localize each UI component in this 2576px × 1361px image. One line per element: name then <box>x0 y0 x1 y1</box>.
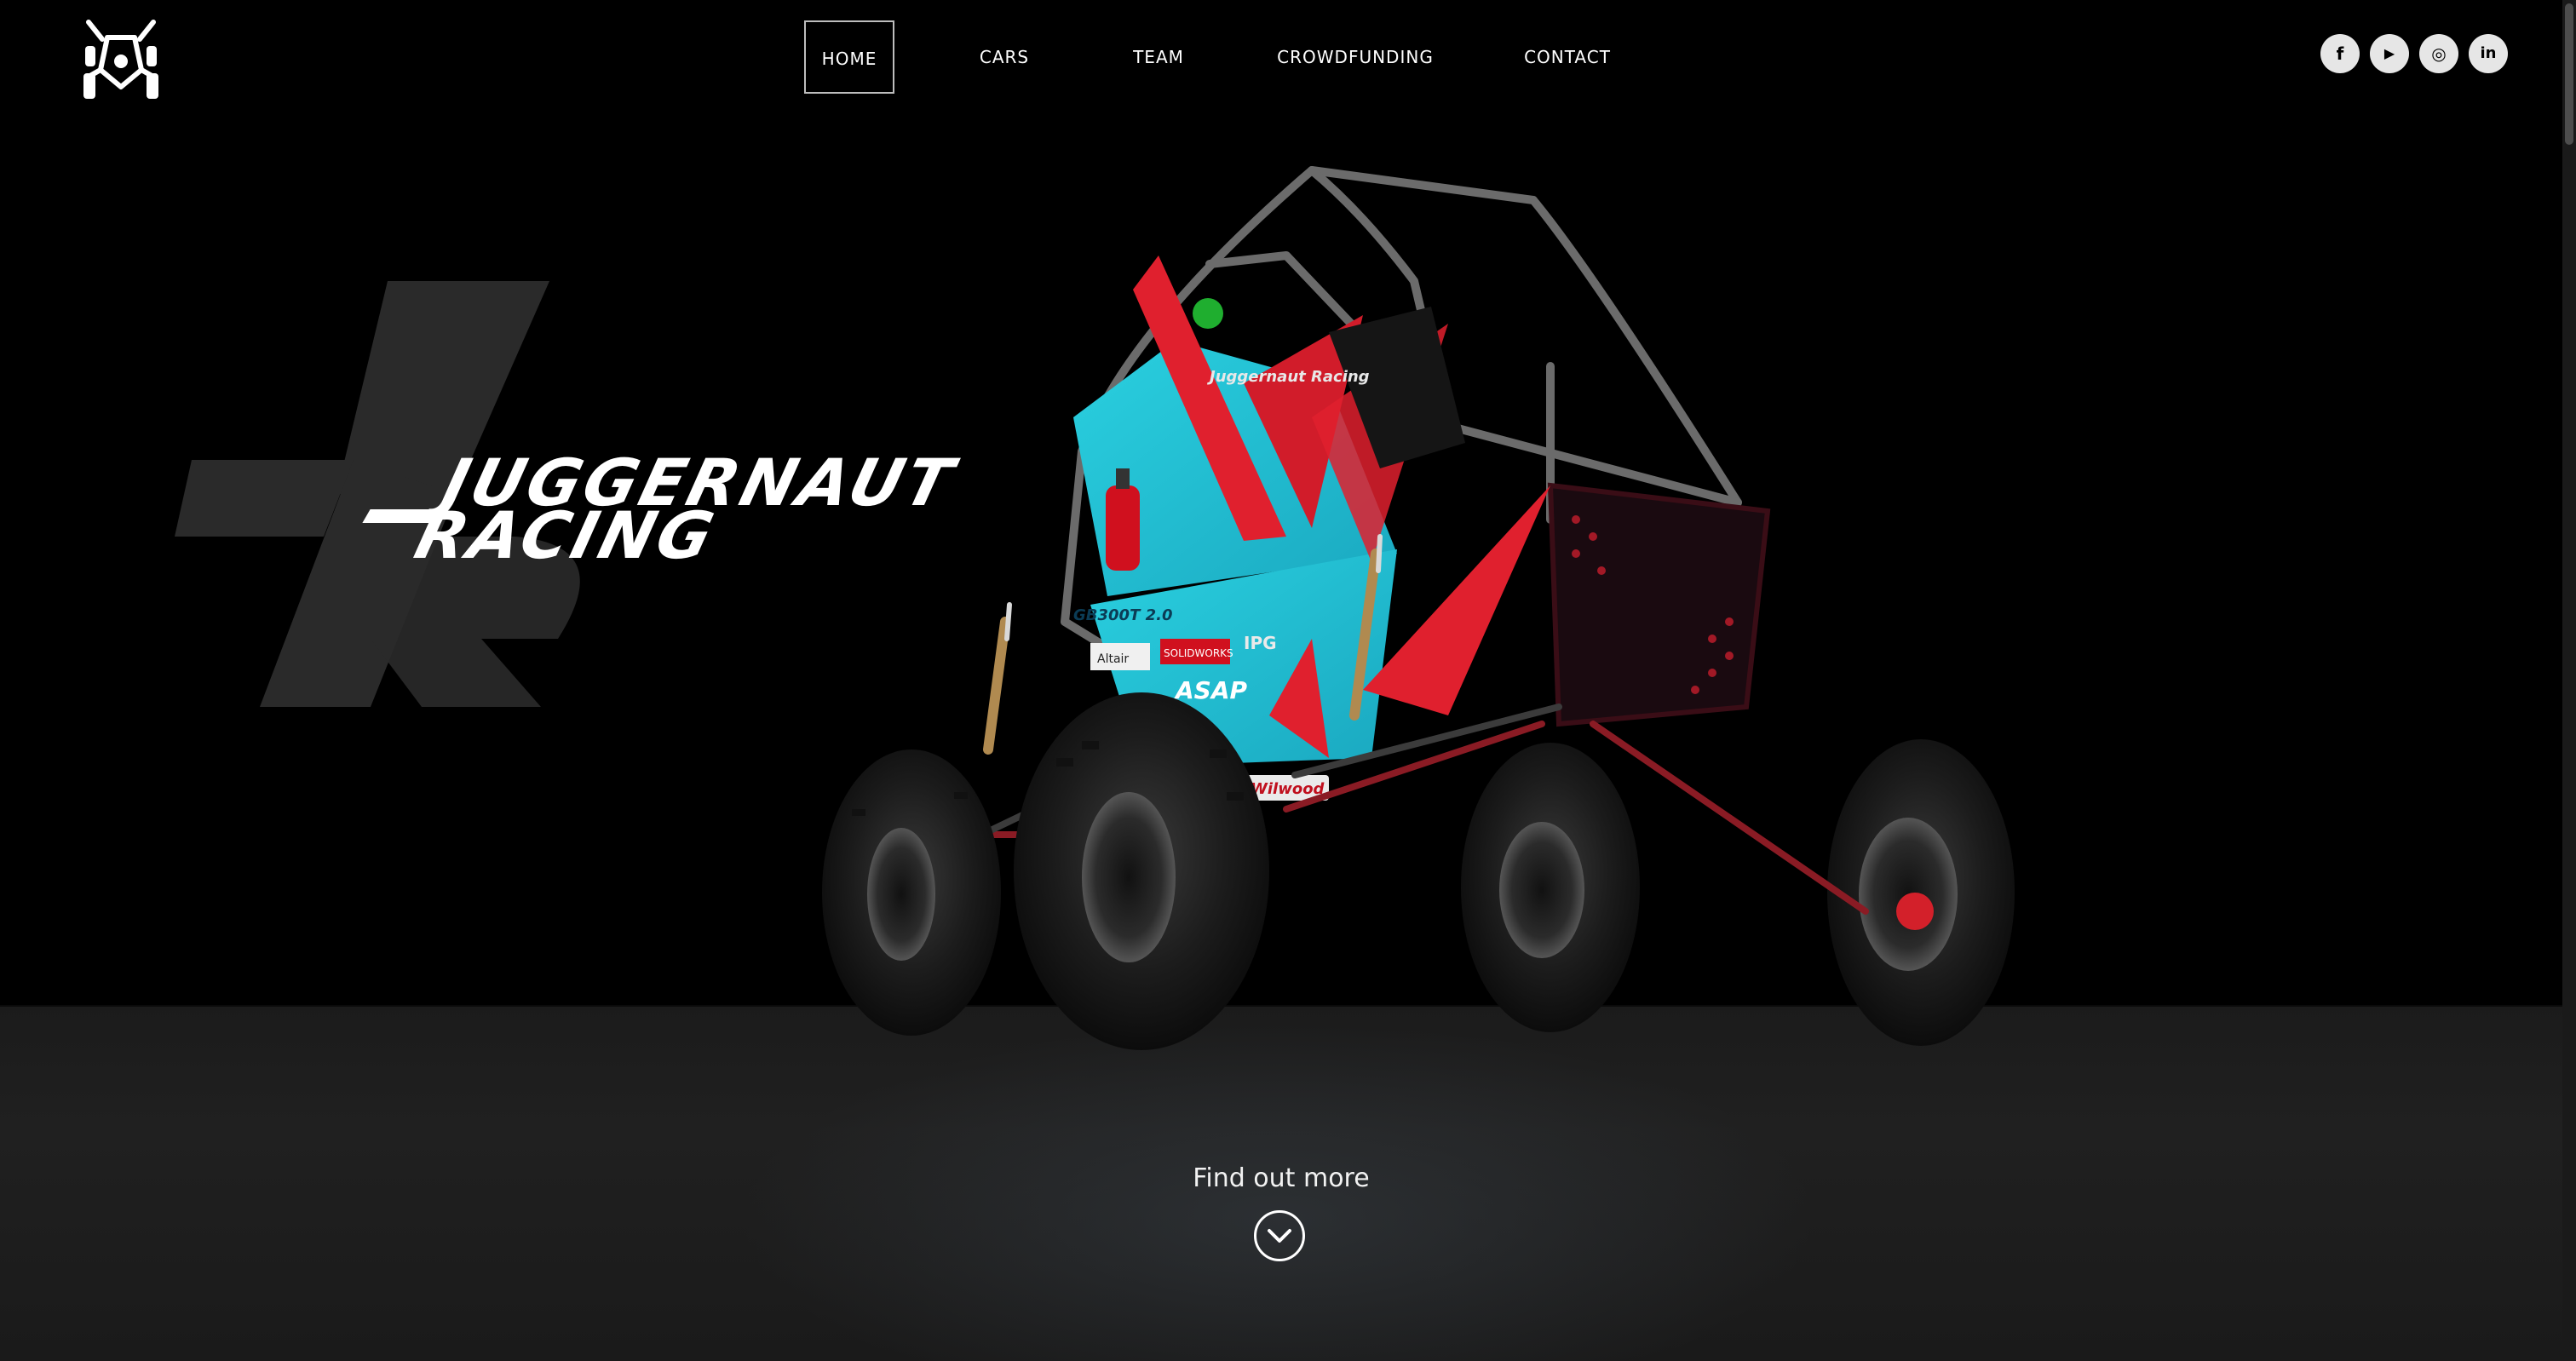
nav-cars[interactable]: CARS <box>961 20 1048 94</box>
youtube-icon[interactable]: ▶ <box>2370 34 2409 73</box>
decal-ipg: IPG <box>1244 633 1277 653</box>
decal-solidworks: SOLIDWORKS <box>1164 647 1233 659</box>
nav-team[interactable]: TEAM <box>1116 20 1201 94</box>
scrollbar-thumb[interactable] <box>2565 3 2573 145</box>
decal-wilwood: Wilwood <box>1251 780 1325 798</box>
wordmark-line-2: RACING <box>407 497 725 573</box>
nav-home[interactable]: HOME <box>804 20 894 94</box>
main-nav: HOME CARS TEAM CROWDFUNDING CONTACT <box>0 20 2562 94</box>
decal-altair: Altair <box>1097 652 1129 666</box>
decal-juggernaut: Juggernaut Racing <box>1207 368 1370 386</box>
page-scrollbar[interactable] <box>2562 0 2576 1361</box>
decal-asap: ASAP <box>1174 676 1248 704</box>
chevron-down-icon <box>1268 1229 1291 1243</box>
instagram-icon[interactable]: ◎ <box>2419 34 2458 73</box>
scroll-down-button[interactable] <box>1254 1210 1305 1261</box>
baja-buggy-image: Juggernaut Racing GB300T 2.0 Altair SOLI… <box>822 166 2015 1050</box>
linkedin-icon[interactable]: in <box>2469 34 2508 73</box>
hero-section: HOME CARS TEAM CROWDFUNDING CONTACT f ▶ … <box>0 0 2562 1361</box>
nav-contact[interactable]: CONTACT <box>1516 20 1619 94</box>
find-out-more-label[interactable]: Find out more <box>0 1163 2562 1193</box>
decal-model: GB300T 2.0 <box>1073 606 1173 624</box>
facebook-icon[interactable]: f <box>2320 34 2360 73</box>
nav-crowdfunding[interactable]: CROWDFUNDING <box>1274 20 1436 94</box>
